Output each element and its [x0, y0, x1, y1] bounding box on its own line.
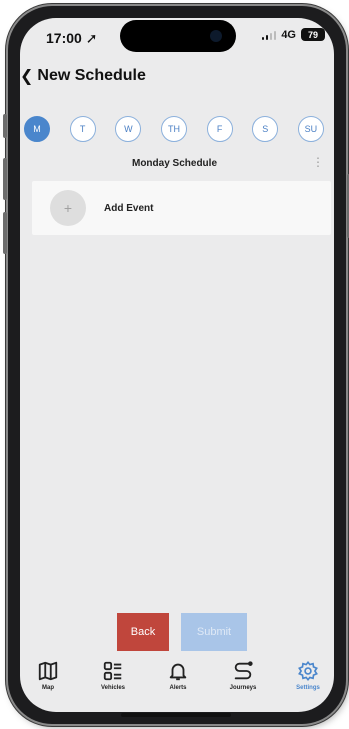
day-friday-button[interactable]: F [206, 116, 233, 142]
day-label: TH [167, 124, 180, 134]
back-chevron-icon[interactable]: ❮ [20, 66, 33, 86]
dynamic-island [120, 20, 236, 52]
status-time-text: 17:00 [46, 30, 82, 46]
tab-label: Map [42, 685, 54, 691]
day-label: T [79, 124, 86, 134]
home-indicator [121, 713, 231, 717]
day-monday-button[interactable]: M [24, 116, 50, 142]
location-arrow-icon: ➚ [85, 30, 98, 46]
tab-label: Vehicles [100, 685, 126, 691]
day-label: F [216, 124, 223, 134]
tab-label: Alerts [169, 685, 187, 691]
tab-alerts[interactable]: Alerts [150, 660, 206, 700]
status-time: 17:00 ➚ [46, 30, 97, 47]
battery-level: 79 [307, 29, 318, 40]
add-event-row[interactable]: + Add Event [32, 181, 331, 235]
day-label: S [262, 124, 269, 134]
day-wednesday-button[interactable]: W [115, 116, 142, 142]
status-indicators: 4G 79 [261, 28, 325, 41]
vehicles-icon [103, 661, 122, 681]
battery-icon: 79 [301, 28, 325, 41]
camera [210, 30, 222, 42]
page-title: New Schedule [37, 67, 146, 84]
page-header[interactable]: ❮ New Schedule [20, 66, 146, 86]
signal-icon [261, 30, 277, 40]
bell-icon [169, 663, 187, 681]
route-icon [234, 661, 253, 680]
gear-icon [298, 660, 318, 682]
plus-icon[interactable]: + [50, 190, 86, 226]
day-label: W [124, 124, 133, 134]
day-sunday-button[interactable]: SU [297, 116, 324, 142]
tab-vehicles[interactable]: Vehicles [85, 660, 141, 700]
day-label: M [33, 124, 41, 134]
submit-button[interactable]: Submit [181, 613, 247, 651]
schedule-title: Monday Schedule [131, 158, 217, 169]
phone-frame [3, 6, 349, 724]
more-vertical-icon[interactable]: ⋮ [312, 155, 324, 169]
network-type: 4G [281, 28, 296, 41]
tab-journeys[interactable]: Journeys [215, 660, 271, 700]
back-button[interactable]: Back [117, 613, 169, 651]
day-saturday-button[interactable]: S [252, 116, 279, 142]
tab-settings[interactable]: Settings [280, 660, 336, 700]
day-thursday-button[interactable]: TH [160, 116, 187, 142]
mute-switch [3, 114, 7, 138]
tab-map[interactable]: Map [20, 660, 76, 700]
day-selector: M T W TH F S SU [24, 116, 324, 142]
volume-down-button [3, 212, 7, 254]
tab-bar: Map Vehicles Alerts Journeys Settings [20, 660, 336, 700]
tab-label: Journeys [229, 685, 257, 691]
map-icon [38, 661, 58, 681]
day-label: SU [304, 124, 318, 134]
day-tuesday-button[interactable]: T [69, 116, 96, 142]
add-event-label: Add Event [104, 202, 154, 214]
tab-label: Settings [296, 685, 320, 691]
